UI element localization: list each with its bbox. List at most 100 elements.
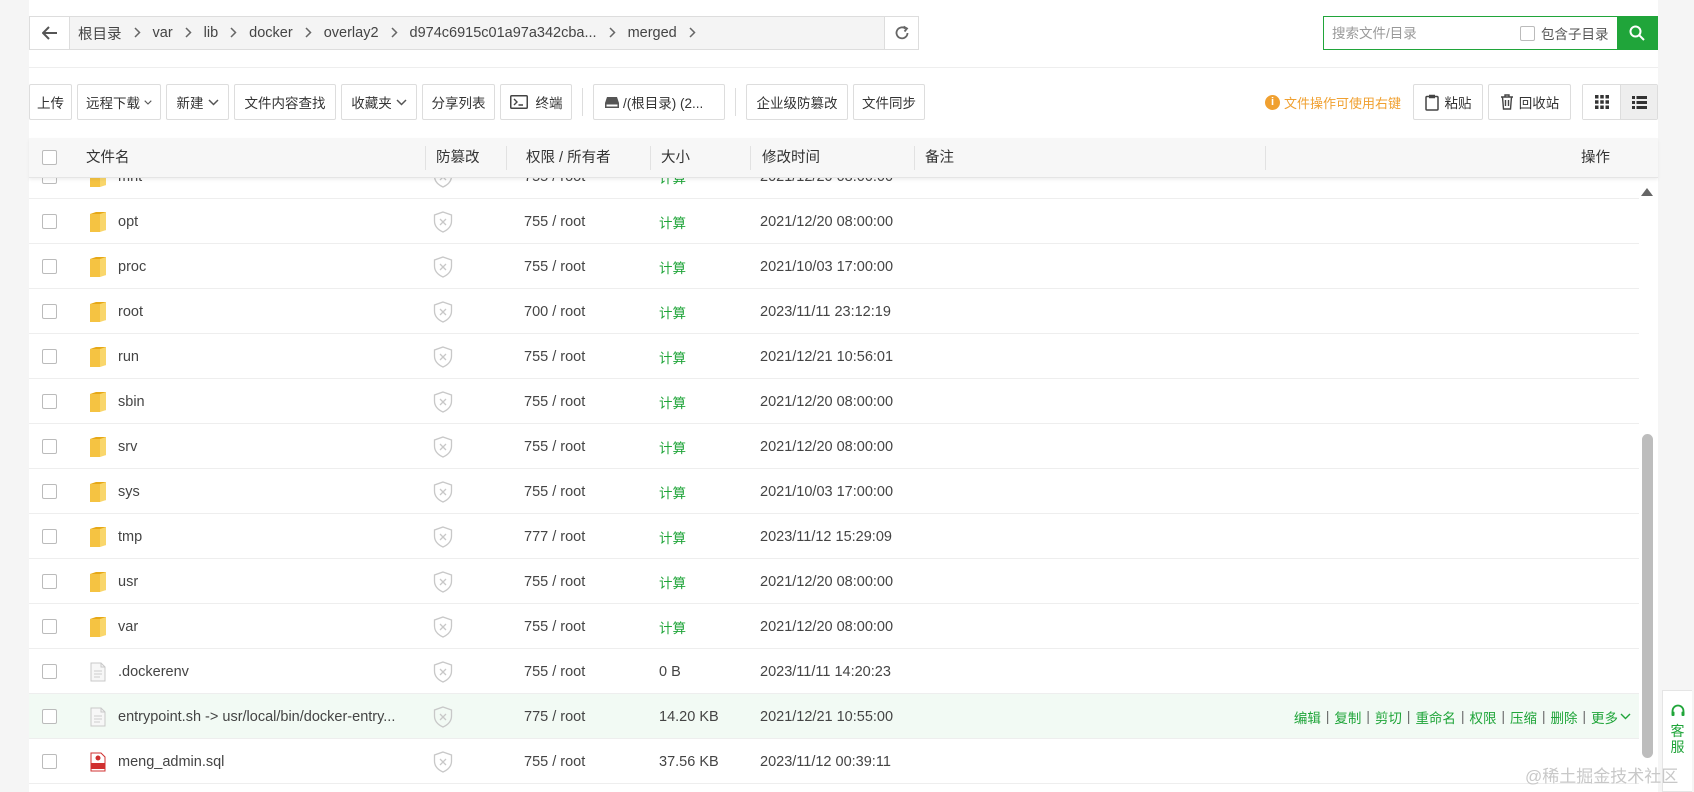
row-checkbox[interactable] xyxy=(42,709,57,724)
file-size[interactable]: 计算 xyxy=(659,559,686,604)
row-checkbox[interactable] xyxy=(42,259,57,274)
breadcrumb-item[interactable]: overlay2 xyxy=(324,25,379,41)
header-filename[interactable]: 文件名 xyxy=(86,138,130,178)
header-mtime[interactable]: 修改时间 xyxy=(762,138,820,178)
header-perm-owner[interactable]: 权限 / 所有者 xyxy=(526,138,611,178)
table-row[interactable]: proc 755 / root 计算 2021/10/03 17:00:00 xyxy=(29,244,1639,289)
action-link[interactable]: 重命名 xyxy=(1415,707,1456,727)
chevron-down-icon[interactable] xyxy=(1620,713,1631,720)
action-link[interactable]: 剪切 xyxy=(1375,707,1402,727)
file-name[interactable]: meng_admin.sql xyxy=(118,739,224,784)
perm-owner[interactable]: 755 / root xyxy=(524,604,585,649)
row-checkbox[interactable] xyxy=(42,619,57,634)
breadcrumb-item[interactable]: var xyxy=(153,25,173,41)
recycle-bin-button[interactable]: 回收站 xyxy=(1488,84,1571,120)
table-row[interactable]: tmp 777 / root 计算 2023/11/12 15:29:09 xyxy=(29,514,1639,559)
paste-button[interactable]: 粘贴 xyxy=(1413,84,1483,120)
table-row[interactable]: .dockerenv 755 / root 0 B 2023/11/11 14:20:… xyxy=(29,649,1639,694)
chevron-right-icon[interactable] xyxy=(390,26,398,41)
shield-icon[interactable] xyxy=(433,424,453,469)
file-size[interactable]: 计算 xyxy=(659,469,686,514)
perm-owner[interactable]: 755 / root xyxy=(524,199,585,244)
list-view-button[interactable] xyxy=(1620,85,1657,119)
table-row[interactable]: sys 755 / root 计算 2021/10/03 17:00:00 xyxy=(29,469,1639,514)
perm-owner[interactable]: 777 / root xyxy=(524,514,585,559)
file-name[interactable]: mnt xyxy=(118,178,142,199)
row-checkbox[interactable] xyxy=(42,754,57,769)
chevron-right-icon[interactable] xyxy=(609,26,616,41)
perm-owner[interactable]: 755 / root xyxy=(524,559,585,604)
file-size[interactable]: 计算 xyxy=(659,379,686,424)
table-row[interactable]: sbin 755 / root 计算 2021/12/20 08:00:00 xyxy=(29,379,1639,424)
row-checkbox[interactable] xyxy=(42,349,57,364)
perm-owner[interactable]: 755 / root xyxy=(524,424,585,469)
back-button[interactable] xyxy=(30,17,70,49)
table-row[interactable]: run 755 / root 计算 2021/12/21 10:56:01 xyxy=(29,334,1639,379)
enterprise-tamper-button[interactable]: 企业级防篡改 xyxy=(746,84,848,120)
file-name[interactable]: var xyxy=(118,604,138,649)
table-row[interactable]: mnt 755 / root 计算 2021/12/20 08:00:00 xyxy=(29,178,1639,199)
remote-download-button[interactable]: 远程下载 xyxy=(77,84,161,120)
row-checkbox[interactable] xyxy=(42,484,57,499)
file-name[interactable]: usr xyxy=(118,559,138,604)
share-list-button[interactable]: 分享列表 xyxy=(422,84,495,120)
file-name[interactable]: root xyxy=(118,289,143,334)
grid-view-button[interactable] xyxy=(1583,85,1620,119)
shield-icon[interactable] xyxy=(433,289,453,334)
checkbox[interactable] xyxy=(1520,25,1535,41)
search-button[interactable] xyxy=(1617,17,1657,49)
scroll-up-arrow[interactable] xyxy=(1641,188,1653,196)
shield-icon[interactable] xyxy=(433,379,453,424)
file-size[interactable]: 计算 xyxy=(659,199,686,244)
table-row[interactable]: meng_admin.sql 755 / root 37.56 KB 2023/11/… xyxy=(29,739,1639,784)
perm-owner[interactable]: 755 / root xyxy=(524,739,585,784)
file-name[interactable]: run xyxy=(118,334,139,379)
file-name[interactable]: srv xyxy=(118,424,137,469)
terminal-button[interactable]: 终端 xyxy=(500,84,572,120)
file-name[interactable]: opt xyxy=(118,199,138,244)
shield-icon[interactable] xyxy=(433,514,453,559)
breadcrumb-item[interactable]: merged xyxy=(628,25,677,41)
file-size[interactable]: 计算 xyxy=(659,178,686,199)
perm-owner[interactable]: 755 / root xyxy=(524,334,585,379)
action-link[interactable]: 删除 xyxy=(1550,707,1577,727)
table-row[interactable]: entrypoint.sh -> usr/local/bin/docker-en… xyxy=(29,694,1639,739)
refresh-button[interactable] xyxy=(884,17,918,49)
row-checkbox[interactable] xyxy=(42,439,57,454)
file-size[interactable]: 计算 xyxy=(659,334,686,379)
breadcrumb-item[interactable]: lib xyxy=(204,25,219,41)
file-size[interactable]: 计算 xyxy=(659,424,686,469)
shield-icon[interactable] xyxy=(433,604,453,649)
chevron-right-icon[interactable] xyxy=(305,26,312,41)
table-row[interactable]: srv 755 / root 计算 2021/12/20 08:00:00 xyxy=(29,424,1639,469)
chevron-right-icon[interactable] xyxy=(185,26,192,41)
breadcrumb-item[interactable]: d974c6915c01a97a342cba... xyxy=(410,25,597,41)
chevron-right-icon[interactable] xyxy=(230,26,237,41)
file-size[interactable]: 计算 xyxy=(659,514,686,559)
table-row[interactable]: opt 755 / root 计算 2021/12/20 08:00:00 xyxy=(29,199,1639,244)
shield-icon[interactable] xyxy=(433,559,453,604)
favorites-button[interactable]: 收藏夹 xyxy=(341,84,417,120)
file-size[interactable]: 计算 xyxy=(659,289,686,334)
shield-icon[interactable] xyxy=(433,469,453,514)
row-checkbox[interactable] xyxy=(42,214,57,229)
content-search-button[interactable]: 文件内容查找 xyxy=(234,84,336,120)
table-row[interactable]: root 700 / root 计算 2023/11/11 23:12:19 xyxy=(29,289,1639,334)
row-checkbox[interactable] xyxy=(42,394,57,409)
action-link[interactable]: 编辑 xyxy=(1294,707,1321,727)
action-link[interactable]: 更多 xyxy=(1591,707,1618,727)
search-input[interactable] xyxy=(1324,17,1520,49)
shield-icon[interactable] xyxy=(433,649,453,694)
table-row[interactable]: usr 755 / root 计算 2021/12/20 08:00:00 xyxy=(29,559,1639,604)
perm-owner[interactable]: 775 / root xyxy=(524,694,585,739)
breadcrumb-item[interactable]: docker xyxy=(249,25,293,41)
file-size[interactable]: 计算 xyxy=(659,244,686,289)
perm-owner[interactable]: 755 / root xyxy=(524,244,585,289)
row-checkbox[interactable] xyxy=(42,529,57,544)
perm-owner[interactable]: 755 / root xyxy=(524,469,585,514)
action-link[interactable]: 复制 xyxy=(1334,707,1361,727)
action-link[interactable]: 权限 xyxy=(1469,707,1496,727)
row-checkbox[interactable] xyxy=(42,178,57,184)
upload-button[interactable]: 上传 xyxy=(29,84,72,120)
shield-icon[interactable] xyxy=(433,694,453,739)
